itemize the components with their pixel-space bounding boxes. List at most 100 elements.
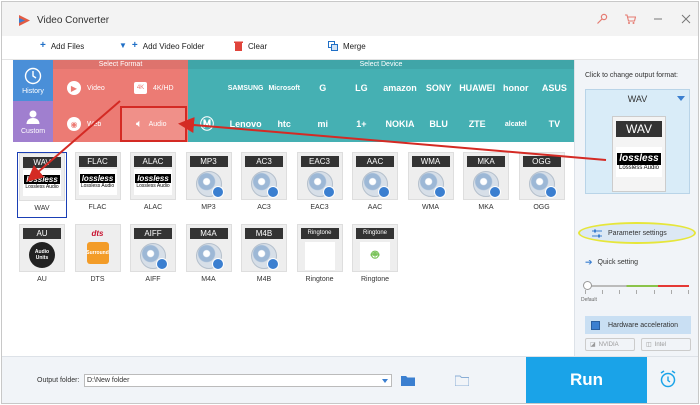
- 4k-icon: 4K: [134, 82, 147, 94]
- format-category-web[interactable]: ◉ Web: [53, 106, 120, 142]
- device-brand-nokia[interactable]: NOKIA: [381, 106, 419, 142]
- format-tag: dts: [78, 228, 117, 239]
- apple-icon: [304, 242, 335, 270]
- device-brand-asus[interactable]: ASUS: [535, 70, 573, 106]
- key-icon[interactable]: [588, 2, 616, 36]
- output-format-thumbnail: WAV lossless Lossless Audio: [612, 116, 666, 192]
- device-brand-motorola[interactable]: Ⓜ: [188, 106, 226, 142]
- dropdown-caret-icon: ▼: [119, 41, 127, 50]
- add-video-folder-button[interactable]: ▼ + Add Video Folder: [119, 41, 204, 51]
- format-tile-aiff[interactable]: AIFF AIFF: [128, 224, 178, 290]
- quality-slider-knob[interactable]: [583, 281, 592, 290]
- device-brand-htc[interactable]: htc: [265, 106, 303, 142]
- device-brand-tv[interactable]: TV: [535, 106, 573, 142]
- open-folder-icon[interactable]: [401, 374, 415, 386]
- format-tile-ringtone[interactable]: Ringtone Ringtone: [295, 224, 345, 290]
- intel-chip[interactable]: ◫ Intel: [641, 338, 691, 351]
- chevron-down-icon[interactable]: [677, 96, 685, 101]
- tab-custom[interactable]: Custom: [13, 101, 53, 142]
- intel-logo-icon: ◫: [646, 342, 652, 348]
- clear-button[interactable]: Clear: [234, 41, 267, 51]
- nvidia-chip[interactable]: ◪ NVIDIA: [585, 338, 635, 351]
- hardware-acceleration-toggle[interactable]: Hardware acceleration: [585, 316, 691, 334]
- format-tile-flac[interactable]: FLAC lossless Lossless Audio FLAC: [73, 152, 123, 218]
- format-category-video[interactable]: ▶ Video: [53, 70, 120, 106]
- format-thumbnail: WMA: [407, 152, 454, 200]
- device-brand-1[interactable]: 1+: [342, 106, 380, 142]
- format-tile-eac3[interactable]: EAC3 EAC3: [295, 152, 345, 218]
- device-brand-blu[interactable]: BLU: [420, 106, 458, 142]
- quality-slider-track[interactable]: [585, 285, 689, 287]
- device-brand-samsung[interactable]: SAMSUNG: [227, 70, 265, 106]
- alarm-clock-icon[interactable]: [659, 370, 677, 388]
- format-tile-wav[interactable]: WAV lossless Lossless Audio WAV: [17, 152, 67, 218]
- browse-folder-icon[interactable]: [455, 374, 469, 386]
- default-label: Default: [581, 297, 597, 303]
- device-brand-amazon[interactable]: amazon: [381, 70, 419, 106]
- device-brand-label: SAMSUNG: [227, 84, 264, 92]
- device-brand-huawei[interactable]: HUAWEI: [458, 70, 496, 106]
- minimize-icon[interactable]: [644, 2, 672, 36]
- nvidia-label: NVIDIA: [598, 341, 619, 348]
- device-brand-label: NOKIA: [385, 119, 415, 129]
- audio-disc-icon: [417, 171, 446, 198]
- device-brand-microsoft[interactable]: Microsoft: [265, 70, 303, 106]
- format-tile-m4b[interactable]: M4B M4B: [239, 224, 289, 290]
- format-category-label: Video: [87, 84, 105, 92]
- checkbox-icon[interactable]: [591, 320, 600, 330]
- close-icon[interactable]: [672, 2, 698, 36]
- format-tile-mka[interactable]: MKA MKA: [461, 152, 511, 218]
- format-tile-ac3[interactable]: AC3 AC3: [239, 152, 289, 218]
- device-brand-lenovo[interactable]: Lenovo: [227, 106, 265, 142]
- run-button[interactable]: Run: [526, 357, 647, 403]
- audio-disc-icon: [306, 171, 335, 198]
- device-brand-sony[interactable]: SONY: [420, 70, 458, 106]
- format-tile-dts[interactable]: dts Surround DTS: [73, 224, 123, 290]
- clock-icon: [24, 67, 42, 84]
- format-tile-au[interactable]: AU Audio Units AU: [17, 224, 67, 290]
- format-label: OGG: [533, 204, 550, 211]
- sliders-icon: [592, 229, 602, 237]
- format-tile-alac[interactable]: ALAC lossless Lossless Audio ALAC: [128, 152, 178, 218]
- device-brand-alcatel[interactable]: alcatel: [497, 106, 535, 142]
- device-brand-mi[interactable]: mi: [304, 106, 342, 142]
- format-tile-mp3[interactable]: MP3 MP3: [184, 152, 234, 218]
- format-tile-ringtone[interactable]: Ringtone 🤖︎ Ringtone: [350, 224, 400, 290]
- device-brand-zte[interactable]: ZTE: [458, 106, 496, 142]
- app-logo-icon: [19, 15, 30, 26]
- format-tag: MP3: [189, 156, 228, 167]
- lossless-caption: Lossless Audio: [25, 184, 59, 190]
- format-label: AC3: [257, 204, 271, 211]
- format-tile-aac[interactable]: AAC AAC: [350, 152, 400, 218]
- parameter-settings-button[interactable]: Parameter settings: [578, 222, 696, 244]
- device-brand-apple[interactable]: [188, 70, 226, 106]
- format-thumbnail: EAC3: [296, 152, 343, 200]
- output-folder-field[interactable]: D:\New folder: [84, 374, 392, 387]
- format-tile-m4a[interactable]: M4A M4A: [184, 224, 234, 290]
- output-format-selector[interactable]: WAV WAV lossless Lossless Audio: [585, 89, 690, 194]
- lossless-caption: Lossless Audio: [136, 183, 170, 189]
- format-tile-ogg[interactable]: OGG OGG: [517, 152, 567, 218]
- device-brand-honor[interactable]: honor: [497, 70, 535, 106]
- device-brand-label: amazon: [383, 83, 417, 93]
- format-label: AIFF: [145, 276, 161, 283]
- quick-setting-label: Quick setting: [597, 259, 639, 266]
- format-thumbnail: AAC: [352, 152, 398, 200]
- lossless-logo: lossless: [617, 152, 661, 165]
- tab-history[interactable]: History: [13, 60, 53, 101]
- device-brand-g[interactable]: G: [304, 70, 342, 106]
- merge-button[interactable]: Merge: [328, 41, 366, 51]
- cart-icon[interactable]: [616, 2, 644, 36]
- format-tile-wma[interactable]: WMA WMA: [406, 152, 456, 218]
- user-icon: [26, 110, 40, 124]
- format-category-audio[interactable]: 🔈︎ Audio: [120, 106, 187, 142]
- chevron-down-icon[interactable]: [382, 379, 388, 383]
- format-thumbnail: AIFF: [130, 224, 176, 272]
- app-title: Video Converter: [37, 15, 110, 26]
- device-brand-lg[interactable]: LG: [342, 70, 380, 106]
- add-files-label: Add Files: [50, 41, 85, 51]
- format-category-4k-hd[interactable]: 4K 4K/HD: [120, 70, 187, 106]
- arrow-right-icon: ➔: [585, 257, 593, 267]
- add-files-button[interactable]: + Add Files: [40, 41, 84, 51]
- chrome-icon: ◉: [67, 117, 81, 131]
